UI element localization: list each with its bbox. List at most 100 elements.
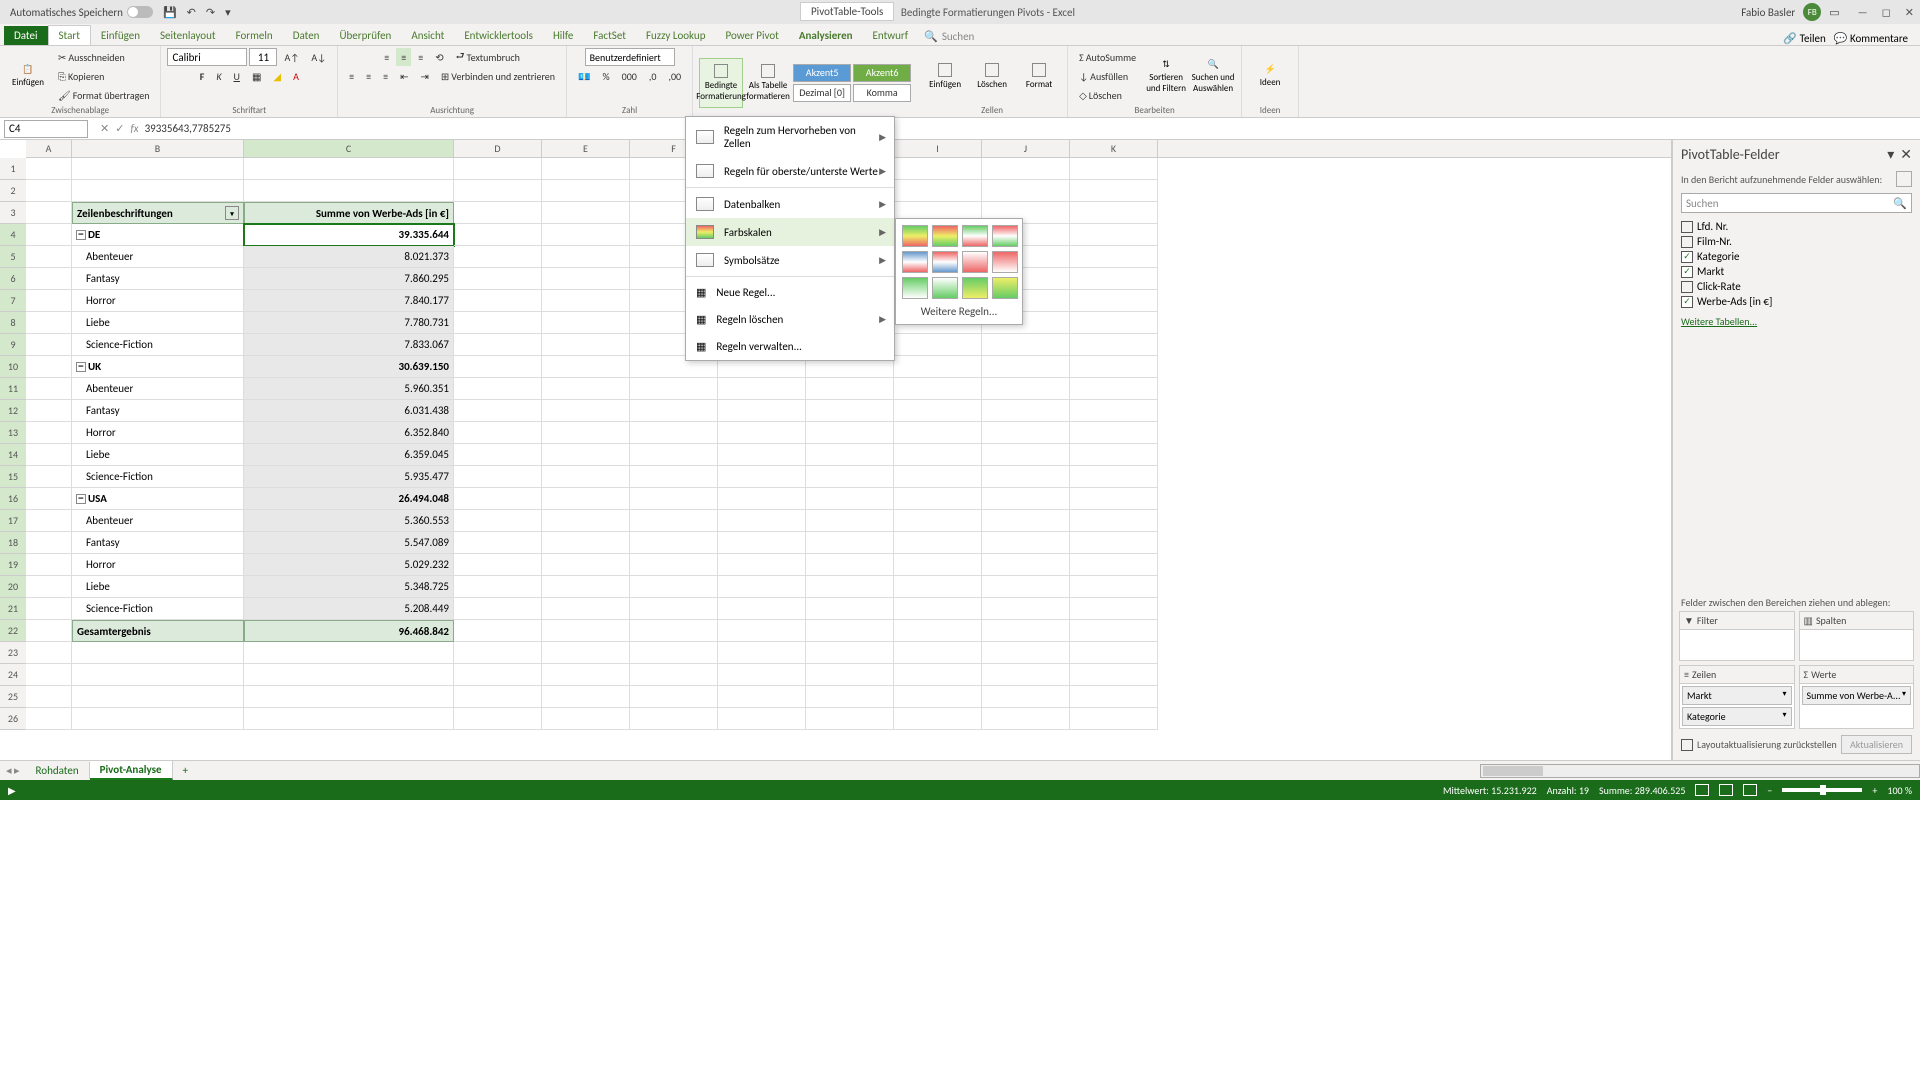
field-search-input[interactable]: Suchen 🔍 <box>1681 193 1912 213</box>
colorscale-bwr[interactable] <box>902 251 928 273</box>
column-header-I[interactable]: I <box>894 140 982 157</box>
cell-F23[interactable] <box>630 642 718 664</box>
checkbox-icon[interactable] <box>1681 221 1693 233</box>
cell-I24[interactable] <box>894 664 982 686</box>
cell-C26[interactable] <box>244 708 454 730</box>
fill-color-button[interactable]: ◢ <box>268 67 286 85</box>
cell-H18[interactable] <box>806 532 894 554</box>
cell-H11[interactable] <box>806 378 894 400</box>
cell-B25[interactable] <box>72 686 244 708</box>
cell-E11[interactable] <box>542 378 630 400</box>
zoom-slider[interactable] <box>1782 788 1862 792</box>
cell-I19[interactable] <box>894 554 982 576</box>
cell-F14[interactable] <box>630 444 718 466</box>
collapse-icon[interactable]: − <box>76 494 86 504</box>
cell-B1[interactable] <box>72 158 244 180</box>
area-columns[interactable]: ▥Spalten <box>1799 611 1915 661</box>
cell-D1[interactable] <box>454 158 542 180</box>
clear-button[interactable]: ◇ Löschen <box>1074 86 1141 104</box>
cell-B24[interactable] <box>72 664 244 686</box>
cell-E20[interactable] <box>542 576 630 598</box>
cell-E4[interactable] <box>542 224 630 246</box>
cell-E14[interactable] <box>542 444 630 466</box>
cell-E23[interactable] <box>542 642 630 664</box>
font-color-button[interactable]: A <box>288 67 304 85</box>
format-as-table-button[interactable]: Als Tabelle formatieren <box>746 58 790 108</box>
cf-new-rule[interactable]: ▦Neue Regel... <box>686 279 894 306</box>
tab-ueberpruefen[interactable]: Überprüfen <box>329 26 401 45</box>
cell-C5[interactable]: 8.021.373 <box>244 246 454 268</box>
style-akzent5[interactable]: Akzent5 <box>793 64 851 82</box>
cell-A3[interactable] <box>26 202 72 224</box>
tab-fuzzy[interactable]: Fuzzy Lookup <box>636 26 716 45</box>
cell-J21[interactable] <box>982 598 1070 620</box>
collapse-icon[interactable]: − <box>76 230 86 240</box>
cell-C1[interactable] <box>244 158 454 180</box>
cell-E10[interactable] <box>542 356 630 378</box>
cell-K16[interactable] <box>1070 488 1158 510</box>
cell-E21[interactable] <box>542 598 630 620</box>
cf-colorscales[interactable]: Farbskalen▶ <box>686 218 894 246</box>
checkbox-icon[interactable] <box>1681 281 1693 293</box>
cell-I10[interactable] <box>894 356 982 378</box>
conditional-formatting-button[interactable]: Bedingte Formatierung <box>699 58 743 108</box>
cell-C24[interactable] <box>244 664 454 686</box>
cell-A16[interactable] <box>26 488 72 510</box>
cell-A19[interactable] <box>26 554 72 576</box>
name-box[interactable] <box>4 120 88 138</box>
cell-F16[interactable] <box>630 488 718 510</box>
row-header-14[interactable]: 14 <box>0 444 26 466</box>
indent-inc-icon[interactable]: ⇥ <box>416 67 434 85</box>
style-akzent6[interactable]: Akzent6 <box>853 64 911 82</box>
row-header-12[interactable]: 12 <box>0 400 26 422</box>
cell-K8[interactable] <box>1070 312 1158 334</box>
copy-button[interactable]: ⎘Kopieren <box>53 67 154 85</box>
cell-J13[interactable] <box>982 422 1070 444</box>
tab-datei[interactable]: Datei <box>4 26 48 45</box>
column-header-K[interactable]: K <box>1070 140 1158 157</box>
column-header-D[interactable]: D <box>454 140 542 157</box>
cell-A6[interactable] <box>26 268 72 290</box>
tab-factset[interactable]: FactSet <box>583 26 636 45</box>
cell-G22[interactable] <box>718 620 806 642</box>
cell-K4[interactable] <box>1070 224 1158 246</box>
cell-C12[interactable]: 6.031.438 <box>244 400 454 422</box>
align-right-icon[interactable]: ≡ <box>378 67 393 85</box>
cell-J1[interactable] <box>982 158 1070 180</box>
cell-F15[interactable] <box>630 466 718 488</box>
cell-D12[interactable] <box>454 400 542 422</box>
cell-B26[interactable] <box>72 708 244 730</box>
row-header-5[interactable]: 5 <box>0 246 26 268</box>
thousands-icon[interactable]: 000 <box>617 67 642 85</box>
cell-D14[interactable] <box>454 444 542 466</box>
cell-B4[interactable]: −DE <box>72 224 244 246</box>
cell-A12[interactable] <box>26 400 72 422</box>
cell-E2[interactable] <box>542 180 630 202</box>
checkbox-icon[interactable] <box>1681 251 1693 263</box>
field-markt[interactable]: Markt <box>1681 264 1912 279</box>
minimize-icon[interactable]: — <box>1858 6 1868 19</box>
cell-A23[interactable] <box>26 642 72 664</box>
cell-C4[interactable]: 39.335.644 <box>244 224 454 246</box>
row-field-kategorie[interactable]: Kategorie▾ <box>1682 707 1792 726</box>
cell-E15[interactable] <box>542 466 630 488</box>
currency-icon[interactable]: 💶 <box>573 67 595 85</box>
cell-B11[interactable]: Abenteuer <box>72 378 244 400</box>
delete-cells-button[interactable]: Löschen <box>970 51 1014 101</box>
cell-I14[interactable] <box>894 444 982 466</box>
cell-B15[interactable]: Science-Fiction <box>72 466 244 488</box>
cell-K11[interactable] <box>1070 378 1158 400</box>
font-name-input[interactable] <box>167 48 247 66</box>
cell-F24[interactable] <box>630 664 718 686</box>
cell-A1[interactable] <box>26 158 72 180</box>
cell-A24[interactable] <box>26 664 72 686</box>
cell-I22[interactable] <box>894 620 982 642</box>
column-header-J[interactable]: J <box>982 140 1070 157</box>
colorscale-ryg[interactable] <box>932 225 958 247</box>
cell-C2[interactable] <box>244 180 454 202</box>
row-header-26[interactable]: 26 <box>0 708 26 730</box>
cell-H13[interactable] <box>806 422 894 444</box>
cell-F19[interactable] <box>630 554 718 576</box>
cell-B14[interactable]: Liebe <box>72 444 244 466</box>
cell-K3[interactable] <box>1070 202 1158 224</box>
